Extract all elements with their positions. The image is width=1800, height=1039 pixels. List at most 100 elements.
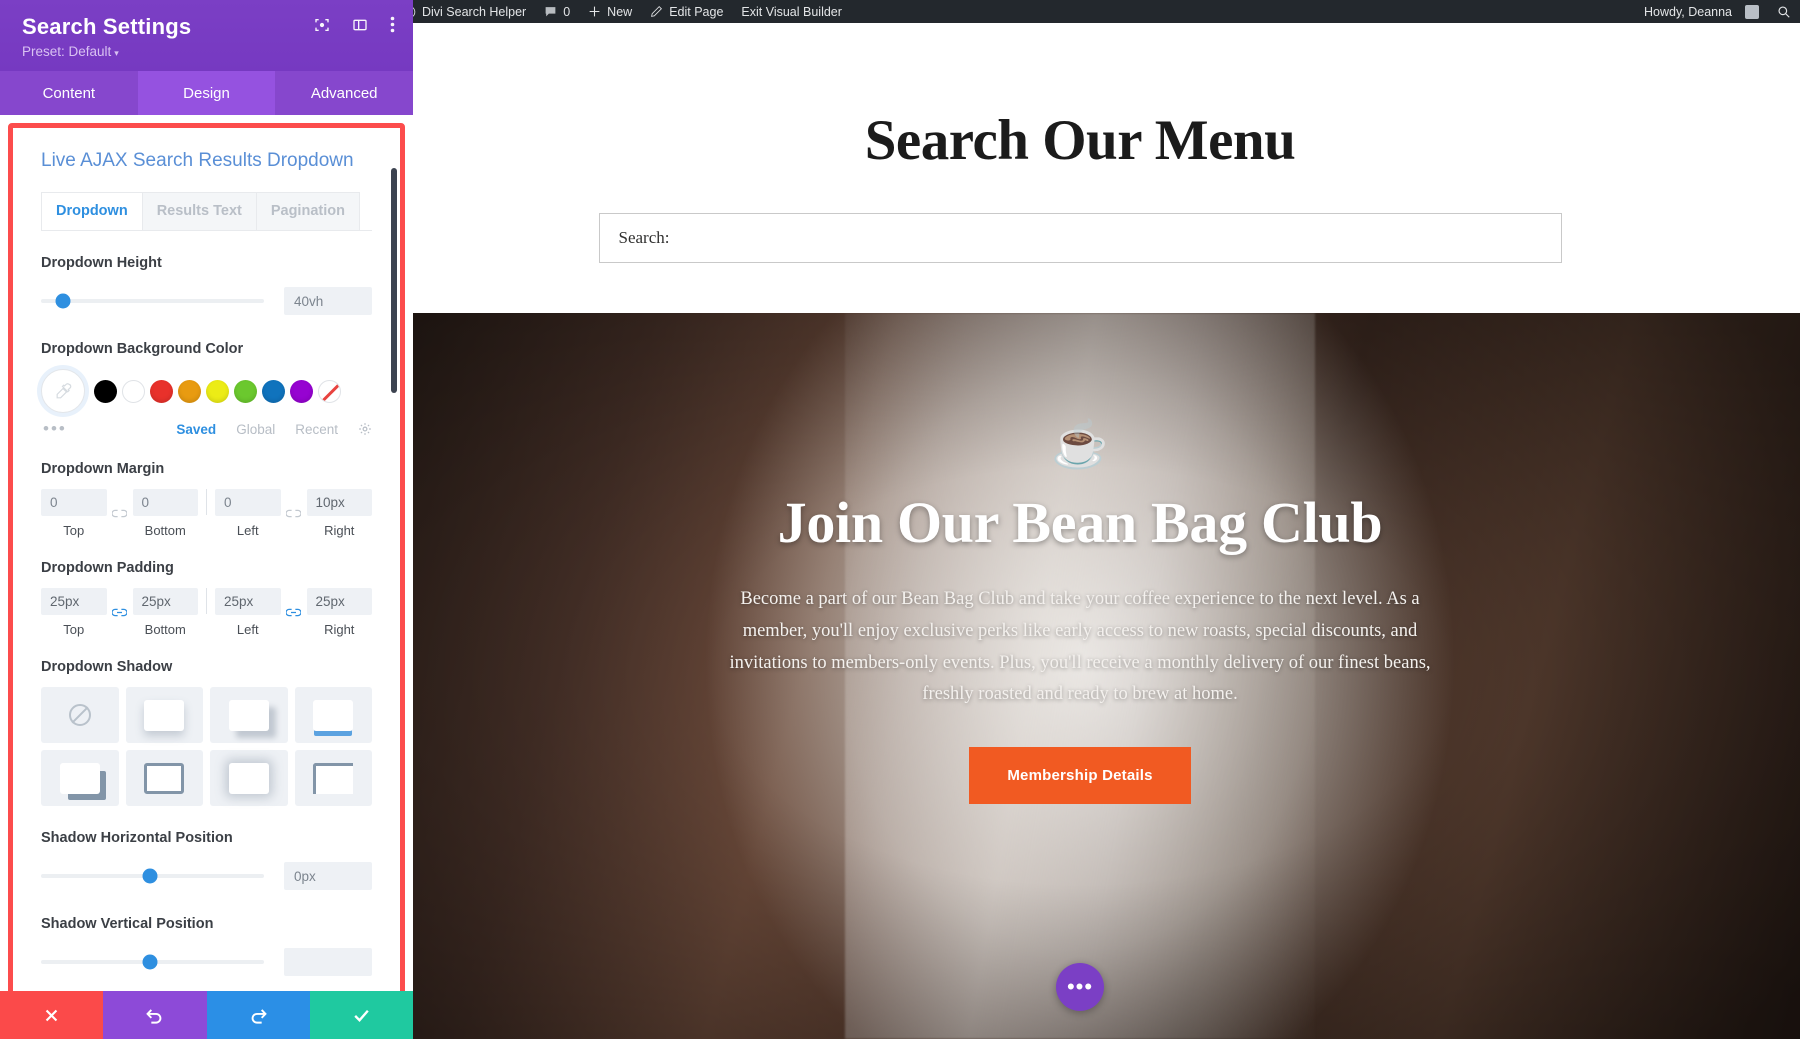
panel-header-icons — [314, 16, 395, 36]
subtab-results-text[interactable]: Results Text — [141, 192, 257, 231]
padding-link-top-bottom-icon[interactable] — [107, 599, 133, 626]
shadow-preset-underline-blue[interactable] — [294, 687, 372, 744]
shadow-vertical-value[interactable] — [284, 948, 372, 977]
color-picker-button[interactable] — [41, 369, 85, 414]
site-name-item[interactable]: Divi Search Helper — [393, 0, 535, 23]
chevron-down-icon: ▾ — [114, 48, 119, 59]
shadow-horizontal-slider[interactable] — [41, 868, 264, 884]
slider-knob[interactable] — [142, 954, 158, 970]
dropdown-margin-inputs: 0 Top 0 Bottom 0 Left 10px Right — [41, 489, 372, 538]
search-input[interactable]: Search: — [598, 213, 1562, 263]
color-tab-saved[interactable]: Saved — [176, 422, 216, 437]
shadow-preset-hard-offset[interactable] — [41, 750, 119, 807]
dropdown-padding-inputs: 25px Top 25px Bottom 25px Left 25px Righ… — [41, 588, 372, 637]
panel-scrollbar[interactable] — [391, 168, 397, 394]
shadow-preset-outline[interactable] — [125, 750, 203, 807]
close-icon — [45, 1009, 58, 1021]
exit-visual-builder-label: Exit Visual Builder — [741, 4, 842, 19]
redo-button[interactable] — [206, 991, 310, 1039]
subtab-dropdown[interactable]: Dropdown — [41, 192, 143, 231]
color-tab-recent[interactable]: Recent — [295, 422, 338, 437]
margin-top-cell: 0 Top — [41, 489, 107, 538]
undo-button[interactable] — [103, 991, 207, 1039]
howdy-item[interactable]: Howdy, Deanna — [1635, 0, 1768, 23]
swatch-red[interactable] — [150, 379, 173, 403]
more-vertical-icon[interactable] — [390, 16, 395, 36]
swatch-black[interactable] — [94, 379, 117, 403]
tab-design[interactable]: Design — [137, 71, 276, 116]
padding-bottom-cell: 25px Bottom — [132, 588, 198, 637]
padding-left-right-pair: 25px Left 25px Right — [215, 588, 372, 637]
swatch-purple[interactable] — [290, 379, 313, 403]
howdy-label: Howdy, Deanna — [1643, 4, 1732, 19]
dropdown-height-value[interactable]: 40vh — [284, 287, 372, 316]
panel-header: Search Settings Preset: Default ▾ — [0, 0, 413, 72]
hero-title: Join Our Bean Bag Club — [777, 490, 1383, 555]
shadow-horizontal-value[interactable]: 0px — [284, 862, 372, 891]
comments-item[interactable]: 0 — [535, 0, 579, 23]
new-content-label: New — [607, 4, 633, 19]
margin-top-input[interactable]: 0 — [41, 489, 107, 517]
edit-page-label: Edit Page — [669, 4, 724, 19]
shadow-preset-none[interactable] — [41, 687, 119, 744]
page-preview: Search Our Menu Search: ☕ Join Our Bean … — [360, 23, 1800, 1039]
spacing-divider — [206, 489, 207, 516]
swatch-green[interactable] — [234, 379, 257, 403]
panel-scroll-content: Live AJAX Search Results Dropdown Dropdo… — [13, 128, 400, 1014]
tab-advanced[interactable]: Advanced — [275, 71, 414, 116]
edit-page-item[interactable]: Edit Page — [641, 0, 732, 23]
margin-right-input[interactable]: 10px — [306, 489, 372, 517]
shadow-horizontal-control: 0px — [41, 862, 372, 891]
panel-body-highlight: Live AJAX Search Results Dropdown Dropdo… — [8, 123, 405, 1039]
shadow-horizontal-position-label: Shadow Horizontal Position — [41, 830, 233, 847]
search-icon[interactable] — [1768, 0, 1800, 23]
swatch-orange[interactable] — [178, 379, 201, 403]
slider-knob[interactable] — [55, 293, 71, 309]
shadow-preset-offset-down-right[interactable] — [210, 687, 288, 744]
cancel-button[interactable] — [0, 991, 104, 1039]
margin-bottom-cell: 0 Bottom — [132, 489, 198, 538]
dropdown-height-slider[interactable] — [41, 293, 264, 309]
floating-options-button[interactable]: ••• — [1056, 963, 1104, 1011]
subtab-pagination[interactable]: Pagination — [255, 192, 360, 231]
padding-left-input[interactable]: 25px — [215, 588, 281, 616]
save-button[interactable] — [309, 991, 413, 1039]
margin-bottom-input[interactable]: 0 — [132, 489, 198, 517]
swatch-blue[interactable] — [262, 379, 285, 403]
shadow-preset-soft-bottom[interactable] — [125, 687, 203, 744]
module-title: Live AJAX Search Results Dropdown — [41, 150, 354, 172]
membership-details-button[interactable]: Membership Details — [969, 747, 1191, 805]
padding-top-caption: Top — [63, 622, 85, 638]
padding-right-input[interactable]: 25px — [306, 588, 372, 616]
margin-left-input[interactable]: 0 — [215, 489, 281, 517]
gear-icon[interactable] — [358, 422, 372, 436]
layout-icon[interactable] — [352, 17, 368, 36]
shadow-vertical-slider[interactable] — [41, 954, 264, 970]
margin-link-left-right-icon[interactable] — [281, 500, 307, 527]
hero-section: ☕ Join Our Bean Bag Club Become a part o… — [360, 313, 1800, 1039]
swatch-yellow[interactable] — [206, 379, 229, 403]
margin-top-caption: Top — [63, 523, 85, 539]
shadow-preset-corner-bracket[interactable] — [294, 750, 372, 807]
undo-icon — [146, 1008, 162, 1024]
more-colors-icon[interactable]: ••• — [43, 419, 67, 439]
tab-content[interactable]: Content — [0, 71, 138, 116]
slider-knob[interactable] — [142, 868, 158, 884]
padding-top-bottom-pair: 25px Top 25px Bottom — [41, 588, 198, 637]
swatch-none[interactable] — [318, 379, 341, 403]
preset-selector[interactable]: Preset: Default ▾ — [22, 44, 391, 59]
exit-visual-builder-item[interactable]: Exit Visual Builder — [732, 0, 851, 23]
settings-panel: Search Settings Preset: Default ▾ Conten… — [0, 0, 414, 1039]
padding-top-input[interactable]: 25px — [41, 588, 107, 616]
padding-bottom-input[interactable]: 25px — [132, 588, 198, 616]
panel-body: Live AJAX Search Results Dropdown Dropdo… — [13, 128, 400, 1034]
color-swatch-row — [41, 369, 372, 414]
margin-link-top-bottom-icon[interactable] — [107, 500, 133, 527]
new-content-item[interactable]: New — [579, 0, 641, 23]
swatch-white[interactable] — [122, 379, 145, 403]
padding-link-left-right-icon[interactable] — [281, 599, 307, 626]
shadow-preset-blurred-glow[interactable] — [210, 750, 288, 807]
focus-icon[interactable] — [314, 17, 330, 36]
padding-right-caption: Right — [324, 622, 355, 638]
color-tab-global[interactable]: Global — [236, 422, 275, 437]
